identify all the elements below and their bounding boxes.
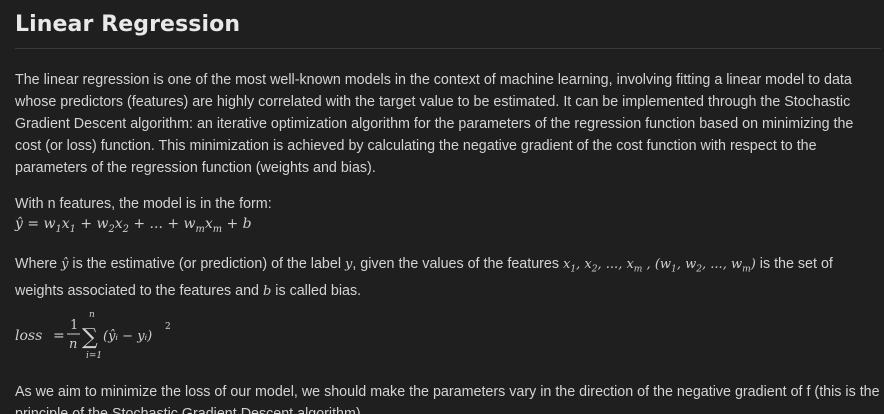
loss-equals: = (53, 328, 65, 344)
document-page: Linear Regression The linear regression … (0, 0, 884, 414)
features-symbols: x1, x2, ..., xm , (w1, w2, ..., wm) (562, 256, 756, 275)
sum-upper-bound: n (89, 310, 95, 320)
conclusion-paragraph: As we aim to minimize the loss of our mo… (15, 384, 880, 414)
loss-formula: loss = 1 n n ∑ i=1 (ŷᵢ − yᵢ) 2 (15, 307, 884, 365)
sum-lower-bound: i=1 (86, 351, 102, 361)
definitions-text-5: is called bias. (271, 283, 362, 300)
definitions-text-2: is the estimative (or prediction) of the… (68, 255, 345, 272)
sum-power: 2 (165, 322, 171, 332)
fraction-denominator: n (69, 337, 77, 352)
model-formula: ŷ = w1x1 + w2x2 + ... + wmxm + b (15, 216, 252, 235)
definitions-text-1: Where (15, 255, 62, 272)
loss-formula-svg: loss = 1 n n ∑ i=1 (ŷᵢ − yᵢ) 2 (15, 310, 171, 361)
loss-label: loss (15, 328, 42, 344)
sum-body: (ŷᵢ − yᵢ) (103, 329, 152, 344)
fraction-numerator: 1 (70, 318, 78, 333)
sum-sign: ∑ (82, 325, 98, 350)
model-intro-text: With n features, the model is in the for… (15, 196, 272, 212)
intro-paragraph: The linear regression is one of the most… (15, 72, 854, 176)
definitions-text-3: , given the values of the features (352, 255, 563, 272)
definitions-paragraph: Where ŷ is the estimative (or prediction… (15, 253, 881, 304)
title-divider (15, 48, 881, 49)
page-title: Linear Regression (15, 12, 241, 37)
